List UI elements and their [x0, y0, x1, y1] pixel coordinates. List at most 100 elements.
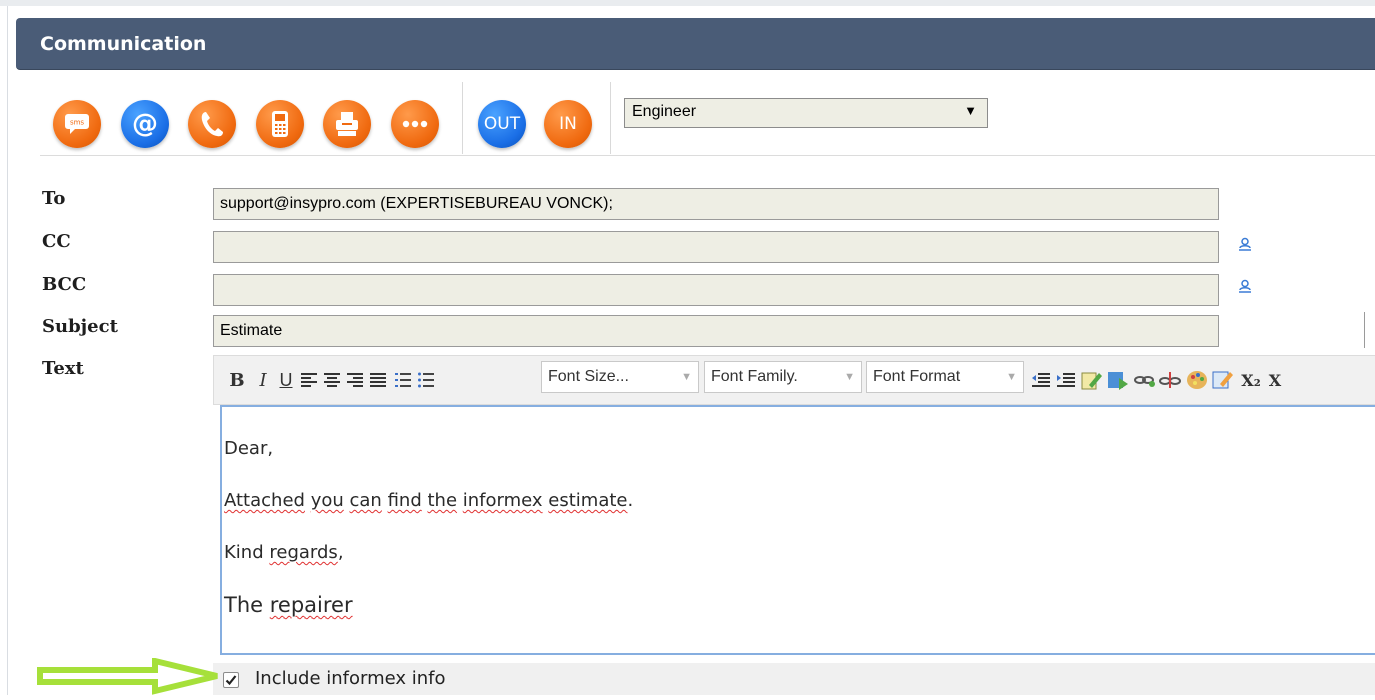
editor-word: estimate [548, 490, 628, 511]
toolbar-divider [40, 155, 1375, 156]
subscript-button[interactable]: X₂ [1240, 368, 1262, 392]
editor-word: find [387, 490, 422, 511]
cc-address-book-icon[interactable] [1238, 237, 1252, 251]
phone-icon [199, 110, 225, 138]
include-informex-row: Include informex info [213, 663, 1375, 695]
incoming-button[interactable]: IN [544, 100, 592, 148]
role-select[interactable]: Engineer ▼ [624, 98, 988, 128]
toolbar-separator [610, 82, 611, 154]
insert-image-button[interactable] [1107, 368, 1129, 392]
unlink-icon [1159, 372, 1181, 388]
unlink-button[interactable] [1159, 368, 1181, 392]
font-family-select[interactable]: Font Family. ▼ [704, 361, 862, 393]
editor-toolbar: B I U Font Size... ▼ Font Family. ▼ Font… [213, 355, 1375, 405]
editor-word: informex [462, 490, 543, 511]
insert-link-button[interactable] [1134, 368, 1156, 392]
font-size-select[interactable]: Font Size... ▼ [541, 361, 699, 393]
editor-word: regards [269, 542, 338, 563]
editor-word: repairer [269, 593, 353, 617]
editor-word: the [427, 490, 458, 511]
italic-button[interactable]: I [254, 368, 272, 392]
left-rule [7, 6, 8, 695]
superscript-button[interactable]: X [1266, 368, 1284, 392]
bcc-address-book-icon[interactable] [1238, 279, 1252, 293]
out-label: OUT [483, 114, 521, 134]
bold-button[interactable]: B [228, 368, 246, 392]
insert-image-icon [1108, 372, 1128, 390]
link-icon [1134, 376, 1155, 387]
outdent-icon [1032, 373, 1050, 387]
outgoing-button[interactable]: OUT [478, 100, 526, 148]
bcc-label: BCC [42, 274, 87, 295]
editor-word: Kind [224, 542, 264, 563]
edit-html-icon [1081, 372, 1102, 390]
color-button[interactable] [1185, 368, 1209, 392]
underline-button[interactable]: U [277, 368, 295, 392]
unordered-list-icon [418, 372, 434, 388]
communication-toolbar: sms @ OUT IN Engineer ▼ [40, 80, 1375, 156]
field-edge [1364, 312, 1365, 348]
annotation-arrow-icon [37, 657, 222, 700]
edit-html-button[interactable] [1081, 368, 1103, 392]
ordered-list-button[interactable] [394, 368, 412, 392]
mobile-icon [269, 109, 291, 139]
justify-button[interactable] [369, 368, 387, 392]
edit-source-icon [1212, 371, 1233, 389]
fax-icon [333, 110, 361, 138]
color-palette-icon [1187, 371, 1207, 389]
cc-label: CC [42, 231, 71, 252]
include-informex-label: Include informex info [255, 668, 446, 689]
unordered-list-button[interactable] [417, 368, 435, 392]
subject-label: Subject [42, 316, 118, 337]
editor-word: Attached [224, 490, 305, 511]
align-center-button[interactable] [323, 368, 341, 392]
chevron-down-icon: ▼ [1006, 371, 1017, 383]
fax-button[interactable] [323, 100, 371, 148]
font-format-select[interactable]: Font Format ▼ [866, 361, 1024, 393]
indent-button[interactable] [1056, 368, 1076, 392]
role-select-value: Engineer [632, 103, 697, 120]
sms-button[interactable]: sms [53, 100, 101, 148]
indent-icon [1057, 373, 1075, 387]
editor-word: The [224, 593, 264, 617]
justify-icon [370, 373, 386, 387]
editor-word: can [349, 490, 382, 511]
font-format-label: Font Format [873, 368, 961, 385]
align-right-button[interactable] [346, 368, 364, 392]
edit-source-button[interactable] [1212, 368, 1234, 392]
include-informex-checkbox[interactable] [223, 672, 239, 688]
message-editor[interactable]: Dear, Attached you can find the informex… [220, 405, 1375, 655]
editor-line-signature: The repairer [224, 593, 353, 617]
to-label: To [42, 188, 66, 209]
top-edge [0, 0, 1375, 6]
editor-punct: , [337, 542, 344, 563]
align-left-icon [301, 373, 317, 387]
email-button[interactable]: @ [121, 100, 169, 148]
check-icon [225, 675, 237, 686]
toolbar-separator [462, 82, 463, 154]
phone-button[interactable] [188, 100, 236, 148]
bcc-field[interactable] [213, 274, 1219, 306]
subject-field[interactable]: Estimate [213, 315, 1219, 347]
font-size-label: Font Size... [548, 368, 629, 385]
editor-line-greeting: Dear, [224, 438, 274, 459]
align-center-icon [324, 373, 340, 387]
text-label: Text [42, 358, 84, 379]
in-label: IN [559, 114, 577, 134]
editor-line-closing: Kind regards, [224, 542, 344, 563]
editor-line-body: Attached you can find the informex estim… [224, 490, 633, 511]
more-button[interactable] [391, 100, 439, 148]
cc-field[interactable] [213, 231, 1219, 263]
ordered-list-icon [395, 373, 411, 387]
font-family-label: Font Family. [711, 368, 798, 385]
mobile-button[interactable] [256, 100, 304, 148]
align-left-button[interactable] [300, 368, 318, 392]
more-icon [402, 120, 428, 128]
communication-header: Communication [16, 18, 1375, 70]
sms-icon-label: sms [70, 119, 84, 127]
editor-punct: . [627, 490, 634, 511]
outdent-button[interactable] [1031, 368, 1051, 392]
chevron-down-icon: ▼ [844, 371, 855, 383]
sms-icon: sms [64, 113, 90, 135]
to-field[interactable]: support@insypro.com (EXPERTISEBUREAU VON… [213, 188, 1219, 220]
